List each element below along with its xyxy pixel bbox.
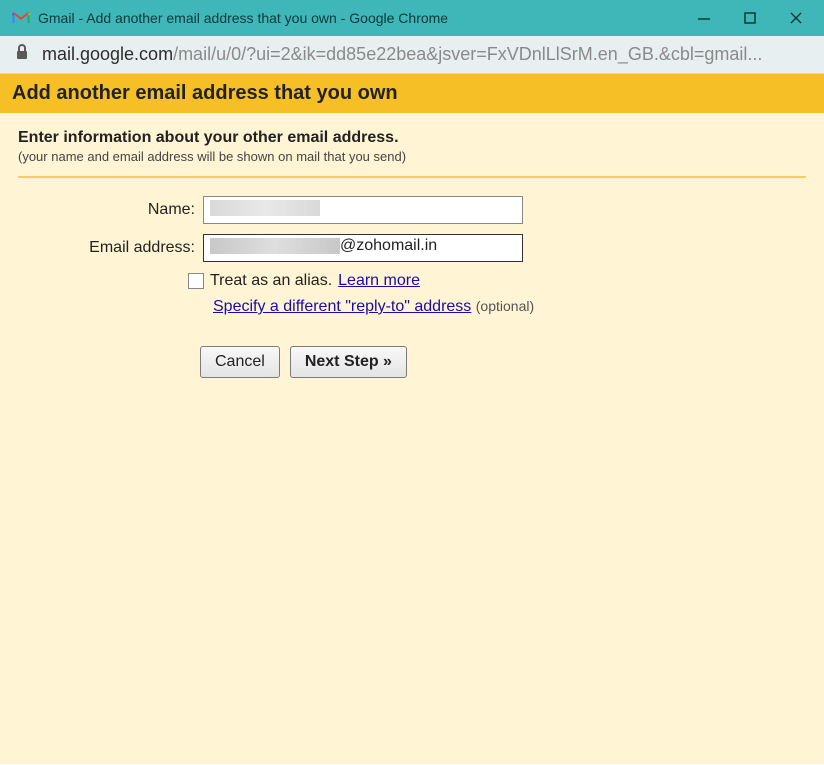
gmail-icon [12,11,30,25]
minimize-button[interactable] [696,10,712,26]
reply-to-link[interactable]: Specify a different "reply-to" address [213,298,471,315]
window-controls [696,10,804,26]
email-input[interactable]: @zohomail.in [203,234,523,262]
button-row: Cancel Next Step » [200,346,806,378]
close-button[interactable] [788,10,804,26]
lock-icon [14,43,30,66]
email-label: Email address: [18,239,203,257]
browser-address-bar[interactable]: mail.google.com/mail/u/0/?ui=2&ik=dd85e2… [0,36,824,74]
name-row: Name: [18,196,806,224]
cancel-button[interactable]: Cancel [200,346,280,378]
info-subtitle: (your name and email address will be sho… [18,149,806,164]
email-row: Email address: @zohomail.in [18,234,806,262]
divider [18,176,806,178]
page-title: Add another email address that you own [0,74,824,113]
url-domain: mail.google.com [42,44,173,65]
alias-row: Treat as an alias. Learn more [188,272,806,290]
redacted-name-value [210,200,320,216]
maximize-button[interactable] [742,10,758,26]
info-block: Enter information about your other email… [18,129,806,164]
window-title: Gmail - Add another email address that y… [38,10,696,26]
name-input[interactable] [203,196,523,224]
window-titlebar: Gmail - Add another email address that y… [0,0,824,36]
alias-checkbox[interactable] [188,273,204,289]
next-step-button[interactable]: Next Step » [290,346,407,378]
optional-label: (optional) [476,298,534,314]
content-area: Enter information about your other email… [0,113,824,764]
redacted-email-prefix [210,238,340,254]
alias-label: Treat as an alias. [210,272,332,290]
reply-to-row: Specify a different "reply-to" address (… [213,298,806,316]
url-path: /mail/u/0/?ui=2&ik=dd85e22bea&jsver=FxVD… [173,44,762,65]
learn-more-link[interactable]: Learn more [338,272,420,290]
email-domain: @zohomail.in [340,237,437,254]
info-title: Enter information about your other email… [18,129,806,147]
name-label: Name: [18,201,203,219]
